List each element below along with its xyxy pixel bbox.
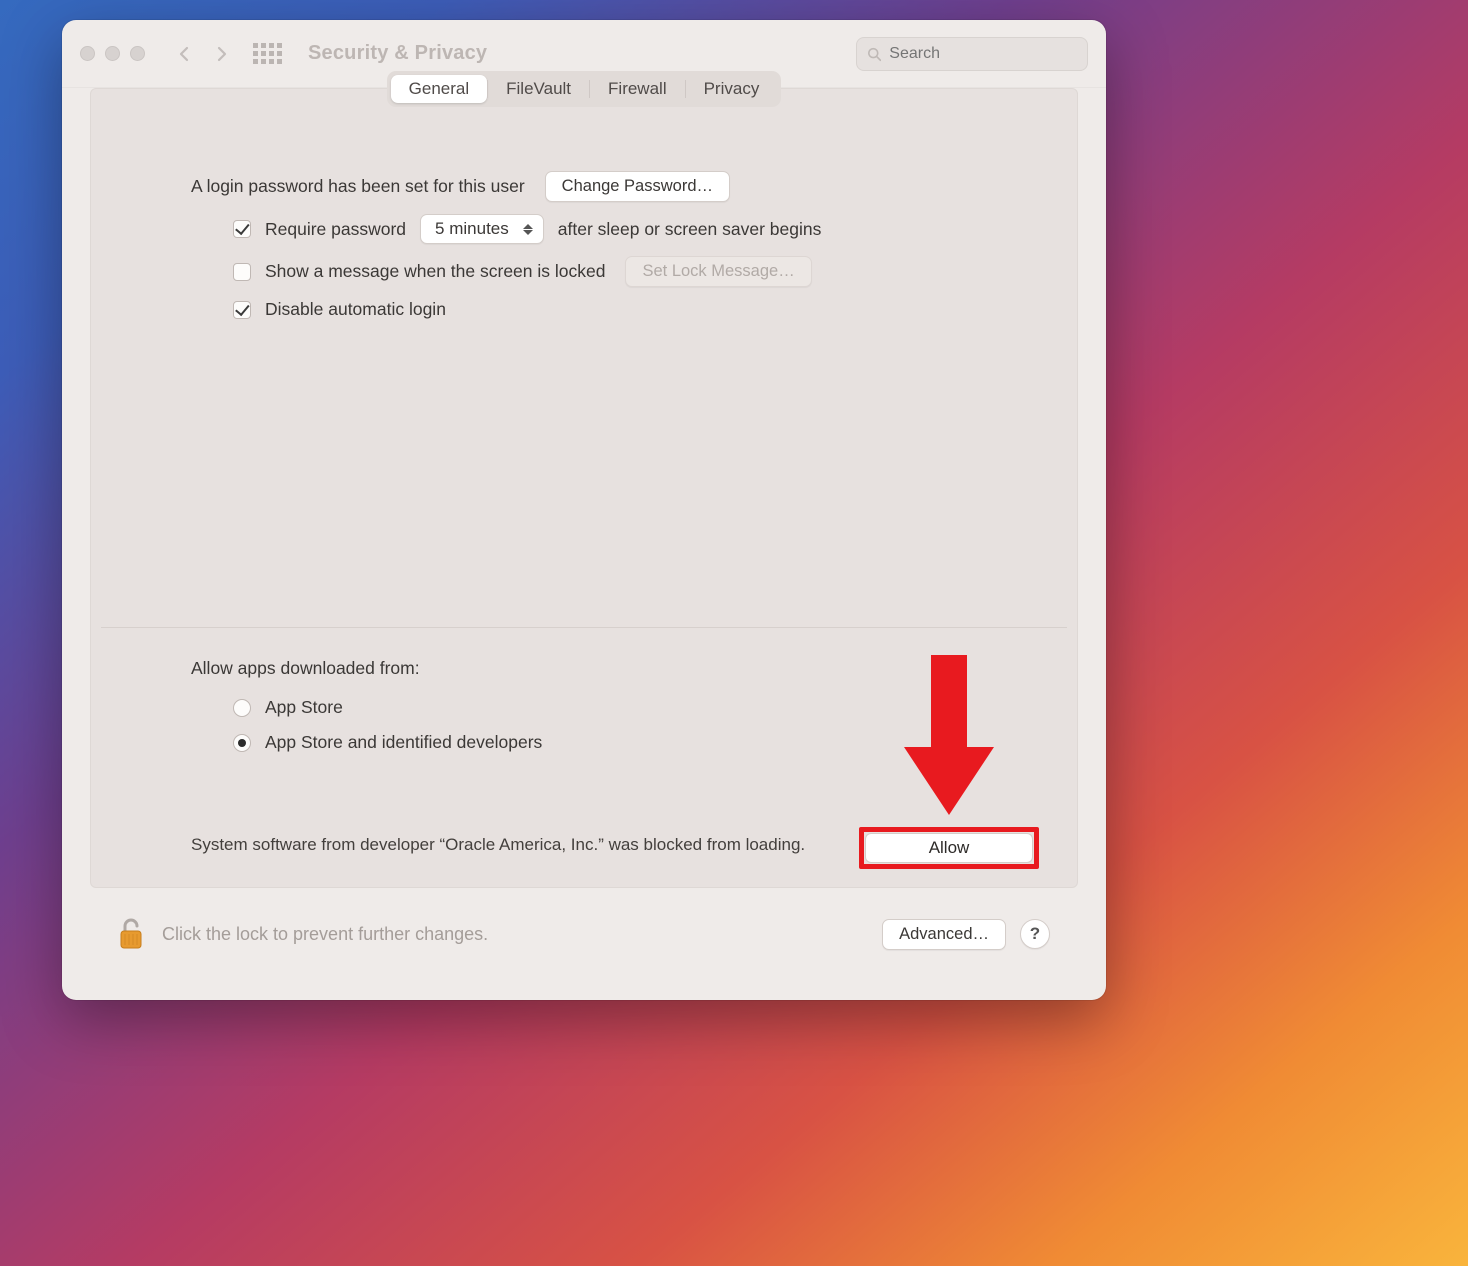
- require-password-delay-value: 5 minutes: [435, 219, 509, 239]
- forward-icon[interactable]: [213, 46, 229, 62]
- require-password-label: Require password: [265, 219, 406, 240]
- window-controls: [80, 46, 145, 61]
- stepper-icon: [523, 224, 533, 235]
- lock-hint-text: Click the lock to prevent further change…: [162, 924, 488, 945]
- tab-filevault[interactable]: FileVault: [488, 75, 589, 103]
- show-message-label: Show a message when the screen is locked: [265, 261, 605, 282]
- back-icon[interactable]: [177, 46, 193, 62]
- allow-apps-radio-appstore[interactable]: [233, 699, 251, 717]
- login-password-text: A login password has been set for this u…: [191, 176, 525, 197]
- zoom-window-button[interactable]: [130, 46, 145, 61]
- search-input[interactable]: [889, 45, 1077, 63]
- nav-arrows: [177, 46, 229, 62]
- disable-auto-login-checkbox[interactable]: [233, 301, 251, 319]
- footer: Click the lock to prevent further change…: [90, 888, 1078, 980]
- preferences-window: Security & Privacy General FileVault Fir…: [62, 20, 1106, 1000]
- tab-firewall[interactable]: Firewall: [590, 75, 685, 103]
- tab-general[interactable]: General: [391, 75, 487, 103]
- require-password-checkbox[interactable]: [233, 220, 251, 238]
- set-lock-message-button: Set Lock Message…: [625, 256, 811, 287]
- disable-auto-login-label: Disable automatic login: [265, 299, 446, 320]
- close-window-button[interactable]: [80, 46, 95, 61]
- allow-apps-radio-identified[interactable]: [233, 734, 251, 752]
- allow-apps-option-identified: App Store and identified developers: [265, 732, 542, 753]
- tab-bar: General FileVault Firewall Privacy: [387, 71, 782, 107]
- allow-button[interactable]: Allow: [865, 833, 1033, 863]
- lock-icon[interactable]: [118, 917, 144, 951]
- help-button[interactable]: ?: [1020, 919, 1050, 949]
- tab-privacy[interactable]: Privacy: [686, 75, 778, 103]
- allow-apps-option-appstore: App Store: [265, 697, 343, 718]
- search-icon: [867, 46, 881, 62]
- advanced-button[interactable]: Advanced…: [882, 919, 1006, 950]
- allow-apps-heading: Allow apps downloaded from:: [191, 658, 1039, 679]
- change-password-button[interactable]: Change Password…: [545, 171, 730, 202]
- show-all-icon[interactable]: [253, 43, 282, 64]
- settings-panel: General FileVault Firewall Privacy A log…: [90, 88, 1078, 888]
- window-title: Security & Privacy: [308, 42, 487, 65]
- search-field[interactable]: [856, 37, 1088, 71]
- after-sleep-text: after sleep or screen saver begins: [558, 219, 822, 240]
- blocked-software-text: System software from developer “Oracle A…: [191, 833, 805, 858]
- show-message-checkbox[interactable]: [233, 263, 251, 281]
- minimize-window-button[interactable]: [105, 46, 120, 61]
- require-password-delay-select[interactable]: 5 minutes: [420, 214, 544, 244]
